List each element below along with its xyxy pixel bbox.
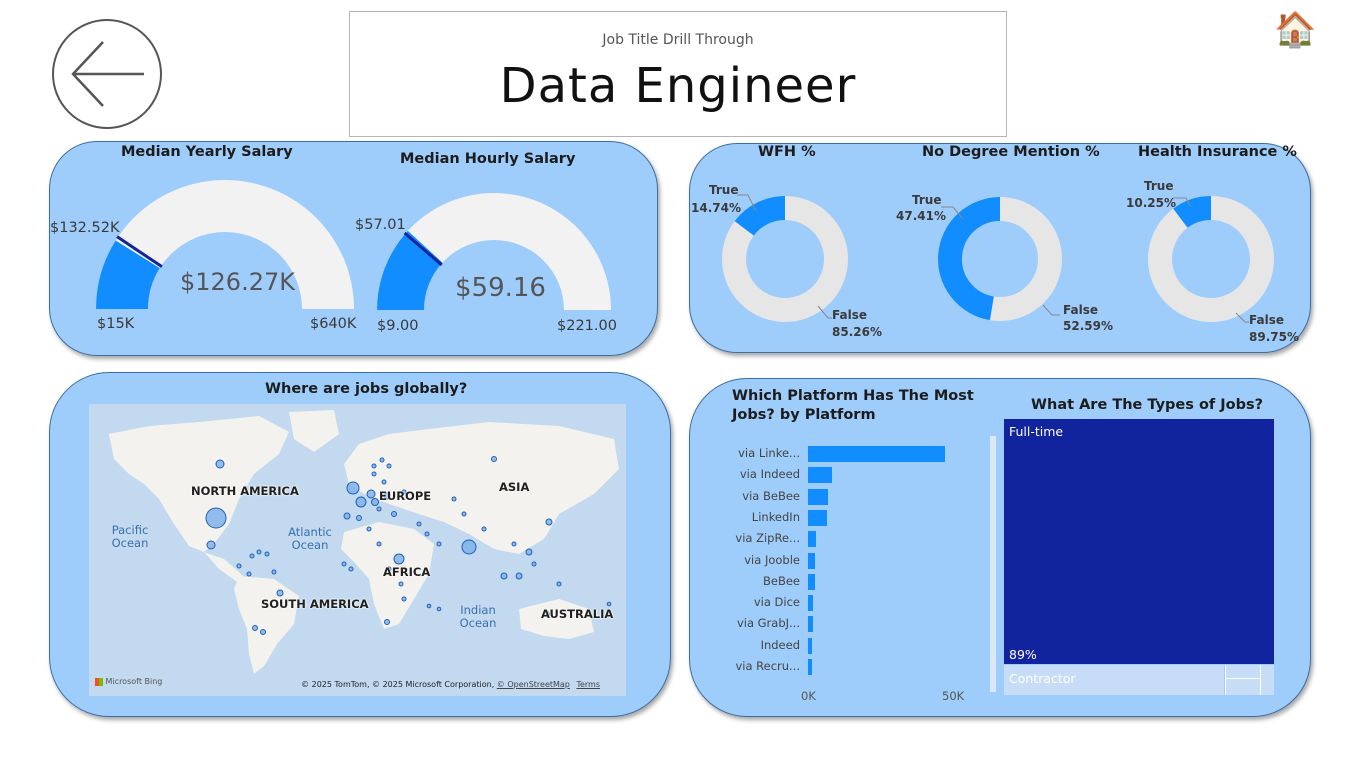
bar[interactable] bbox=[808, 531, 817, 548]
bar-label: via GrabJ... bbox=[736, 616, 800, 631]
terms-link[interactable]: Terms bbox=[576, 680, 600, 689]
map-label-europe: EUROPE bbox=[379, 489, 432, 503]
bar-label: via ZipRe... bbox=[735, 531, 800, 546]
openstreetmap-link[interactable]: © OpenStreetMap bbox=[497, 680, 570, 689]
bar[interactable] bbox=[808, 573, 815, 590]
health-false-label: False bbox=[1249, 313, 1284, 327]
treemap-full-time[interactable]: Full-time 89% bbox=[1004, 419, 1274, 664]
map-label-africa: AFRICA bbox=[383, 565, 431, 579]
bar-label: via BeBee bbox=[742, 488, 800, 503]
map-attribution: © 2025 TomTom, © 2025 Microsoft Corporat… bbox=[301, 680, 600, 689]
treemap-full-time-label: Full-time bbox=[1009, 424, 1064, 439]
bar[interactable] bbox=[808, 488, 829, 505]
world-map-graphic bbox=[109, 410, 619, 674]
map-label-australia: AUSTRALIA bbox=[541, 607, 614, 621]
no-degree-true-slice bbox=[938, 197, 1001, 321]
microsoft-logo-icon bbox=[95, 677, 103, 686]
bar[interactable] bbox=[808, 552, 816, 569]
bar-label: via Dice bbox=[753, 595, 800, 610]
bar-label: Indeed bbox=[760, 637, 800, 652]
map-label-asia: ASIA bbox=[499, 480, 530, 494]
treemap-full-time-pct: 89% bbox=[1009, 647, 1037, 662]
land-greenland bbox=[289, 410, 339, 452]
no-degree-false-label: False bbox=[1063, 303, 1098, 317]
platform-bar-chart: via Linke... via Indeed via BeBee LinkedIn v… bbox=[700, 440, 990, 710]
bar[interactable] bbox=[808, 595, 813, 612]
wfh-false-pct: 85.26% bbox=[832, 325, 882, 339]
wfh-false-leader bbox=[817, 305, 832, 319]
wfh-false-label: False bbox=[832, 308, 867, 322]
map-label-north-america: NORTH AMERICA bbox=[191, 484, 299, 498]
job-type-treemap: Full-time 89% Contractor bbox=[1004, 419, 1274, 695]
wfh-true-pct: 14.74% bbox=[691, 201, 741, 215]
health-true-pct: 10.25% bbox=[1126, 196, 1176, 210]
bar[interactable] bbox=[808, 616, 813, 633]
job-types-title: What Are The Types of Jobs? bbox=[1031, 397, 1264, 413]
bar-chart-scrollbar[interactable] bbox=[990, 436, 996, 692]
bar[interactable] bbox=[808, 446, 945, 462]
treemap-contractor[interactable]: Contractor bbox=[1004, 665, 1224, 695]
treemap-contractor-label: Contractor bbox=[1009, 671, 1076, 686]
no-degree-donut bbox=[938, 197, 1062, 321]
platform-chart-title: Which Platform Has The Most Jobs? by Pla… bbox=[732, 388, 974, 423]
health-false-leader bbox=[1235, 312, 1249, 323]
bar[interactable] bbox=[808, 637, 813, 654]
health-false-slice bbox=[1148, 196, 1274, 322]
wfh-true-label: True bbox=[709, 183, 739, 197]
bar[interactable] bbox=[808, 659, 812, 675]
world-map[interactable]: NORTH AMERICA EUROPE ASIA AFRICA SOUTH A… bbox=[89, 404, 626, 696]
map-label-pacific: Pacific Ocean bbox=[111, 523, 149, 550]
map-label-indian: Indian Ocean bbox=[459, 603, 497, 630]
bar-label: LinkedIn bbox=[751, 509, 800, 524]
map-label-atlantic: Atlantic Ocean bbox=[288, 525, 332, 552]
map-label-south-america: SOUTH AMERICA bbox=[261, 597, 369, 611]
x-tick-0: 0K bbox=[801, 689, 816, 703]
no-degree-true-pct: 47.41% bbox=[896, 209, 946, 223]
bar-label: BeBee bbox=[762, 573, 800, 588]
health-true-slice bbox=[1173, 196, 1212, 229]
x-tick-50k: 50K bbox=[942, 689, 965, 703]
health-true-label: True bbox=[1144, 179, 1174, 193]
bar-label: via Jooble bbox=[744, 552, 800, 567]
bar[interactable] bbox=[808, 509, 828, 526]
bing-logo: Microsoft Bing bbox=[95, 677, 162, 686]
bar-label: via Recru... bbox=[735, 659, 800, 673]
health-false-pct: 89.75% bbox=[1249, 330, 1299, 344]
bar-label: via Indeed bbox=[739, 467, 800, 482]
bar-label: via Linke... bbox=[738, 446, 800, 460]
land-south-america bbox=[234, 576, 299, 674]
treemap-other-types[interactable] bbox=[1225, 665, 1274, 695]
health-insurance-donut bbox=[1148, 196, 1274, 323]
map-title: Where are jobs globally? bbox=[265, 381, 468, 397]
bar[interactable] bbox=[808, 467, 832, 484]
no-degree-false-leader bbox=[1042, 304, 1060, 316]
wfh-donut bbox=[722, 194, 848, 322]
wfh-true-slice bbox=[734, 196, 786, 237]
no-degree-true-label: True bbox=[912, 193, 942, 207]
no-degree-false-pct: 52.59% bbox=[1063, 319, 1113, 333]
